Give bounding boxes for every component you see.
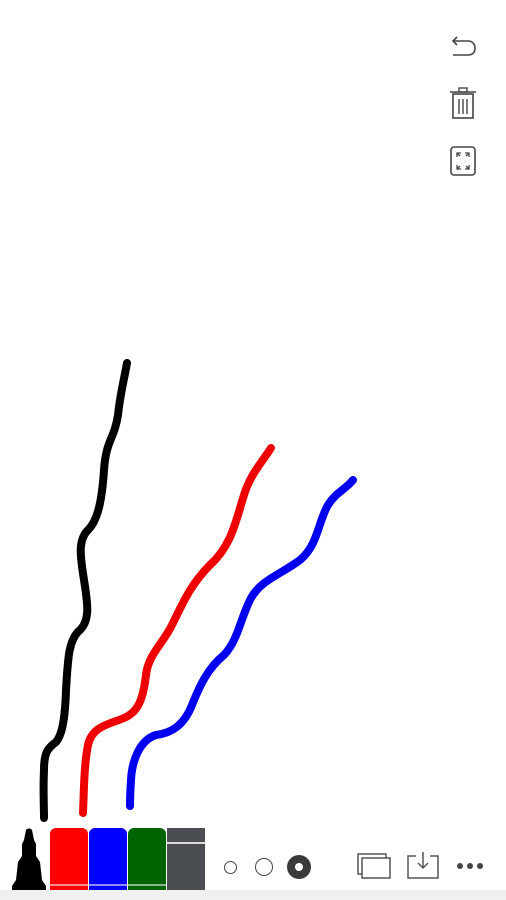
red-stroke [79,444,275,817]
size-small-button[interactable] [224,861,237,874]
undo-icon [451,36,476,56]
size-large-button[interactable] [287,855,311,879]
more-button[interactable] [454,858,486,874]
fullscreen-button[interactable] [440,138,486,184]
trash-icon [450,87,476,119]
color-green-button[interactable] [128,828,166,890]
clear-button[interactable] [440,80,486,126]
whiteboard-app [0,0,506,900]
marker-pen-icon [12,828,46,890]
pen-tool-button[interactable] [10,826,48,890]
more-icon [457,863,483,869]
background-button[interactable] [356,850,392,882]
size-selected-indicator [295,863,303,871]
bottom-toolbar [0,824,506,892]
drawing-canvas[interactable] [0,0,506,890]
color-red-button[interactable] [50,828,88,890]
color-gray-button[interactable] [167,828,205,890]
system-bottom-bar [0,890,506,900]
eraser-divider [167,842,205,844]
save-button[interactable] [405,850,441,882]
color-blue-button[interactable] [89,828,127,890]
save-download-icon [407,852,439,879]
size-medium-button[interactable] [255,858,273,876]
background-pages-icon [357,853,391,879]
undo-button[interactable] [440,24,486,70]
fullscreen-icon [450,146,476,176]
